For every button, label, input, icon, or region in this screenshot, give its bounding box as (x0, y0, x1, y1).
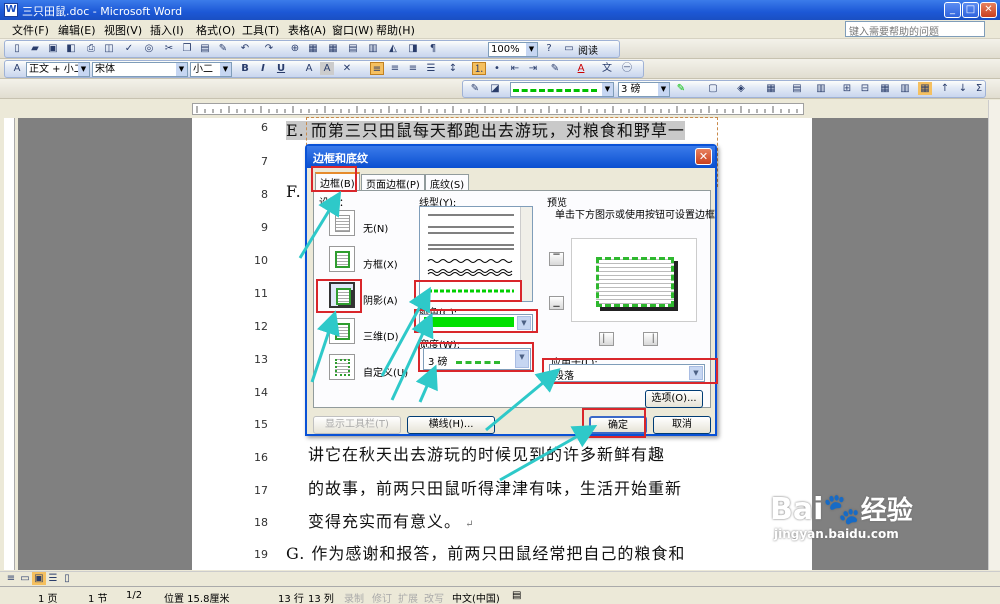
watermark-brand2: 经验 (860, 496, 913, 526)
status-col: 13 列 (308, 594, 334, 604)
web-view-icon[interactable]: ▭ (18, 572, 32, 585)
status-position: 位置 15.8厘米 (164, 594, 230, 604)
status-trk[interactable]: 修订 (372, 590, 392, 604)
status-ovr[interactable]: 改写 (424, 590, 444, 604)
paw-icon: 🐾 (823, 492, 861, 527)
spelling-status-icon[interactable]: ▤ (512, 590, 521, 601)
status-rec[interactable]: 录制 (344, 590, 364, 604)
status-page: 1 页 (38, 594, 58, 604)
watermark-brand: Bai (770, 492, 824, 527)
watermark-url: jingyan.baidu.com (774, 527, 899, 541)
status-lang: 中文(中国) (452, 594, 500, 604)
reading-view-icon[interactable]: ▯ (60, 572, 74, 585)
horizontal-scrollbar[interactable]: ≡ ▭ ▣ ☰ ▯ (0, 571, 1000, 585)
status-ext[interactable]: 扩展 (398, 590, 418, 604)
print-view-icon[interactable]: ▣ (32, 572, 46, 585)
baidu-watermark: Bai🐾经验 jingyan.baidu.com (770, 490, 913, 541)
status-bar: 1 页 1 节 1/2 位置 15.8厘米 13 行 13 列 录制 修订 扩展… (0, 586, 1000, 604)
outline-view-icon[interactable]: ☰ (46, 572, 60, 585)
status-section: 1 节 (88, 594, 108, 604)
normal-view-icon[interactable]: ≡ (4, 572, 18, 585)
status-pages: 1/2 (126, 590, 143, 601)
status-row: 13 行 (278, 594, 304, 604)
